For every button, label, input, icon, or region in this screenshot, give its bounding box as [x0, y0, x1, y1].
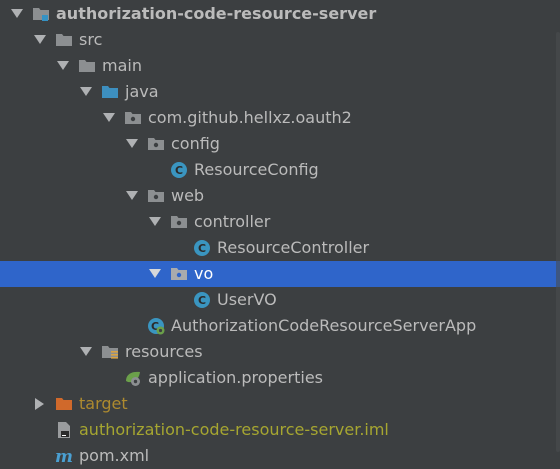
chevron-down-icon[interactable]: [125, 183, 139, 209]
chevron-down-icon[interactable]: [56, 53, 70, 79]
tree-node-uservo[interactable]: C UserVO: [0, 287, 560, 313]
tree-node-application-properties[interactable]: application.properties: [0, 365, 560, 391]
package-icon: [147, 187, 165, 205]
tree-node-label: authorization-code-resource-server.iml: [79, 420, 389, 439]
svg-text:C: C: [198, 294, 206, 307]
chevron-down-icon[interactable]: [33, 27, 47, 53]
maven-icon: m: [55, 447, 73, 465]
tree-node-label: target: [79, 394, 128, 413]
resources-root-icon: [101, 343, 119, 361]
class-icon: C: [193, 239, 211, 257]
package-icon: [124, 109, 142, 127]
tree-node-package-root[interactable]: com.github.hellxz.oauth2: [0, 105, 560, 131]
spring-properties-icon: [124, 369, 142, 387]
tree-node-label: AuthorizationCodeResourceServerApp: [171, 316, 477, 335]
tree-node-label: vo: [194, 264, 214, 283]
tree-node-label: main: [102, 56, 142, 75]
tree-node-resourceconfig[interactable]: C ResourceConfig: [0, 157, 560, 183]
source-root-icon: [101, 83, 119, 101]
tree-node-config[interactable]: config: [0, 131, 560, 157]
tree-node-web[interactable]: web: [0, 183, 560, 209]
tree-node-pom-xml[interactable]: m pom.xml: [0, 443, 560, 469]
class-icon: C: [170, 161, 188, 179]
chevron-right-icon[interactable]: [33, 391, 47, 417]
package-icon: [147, 135, 165, 153]
tree-node-label: ResourceController: [217, 238, 370, 257]
tree-node-java[interactable]: java: [0, 79, 560, 105]
excluded-folder-icon: [55, 395, 73, 413]
svg-text:m: m: [55, 447, 73, 465]
tree-node-label: resources: [125, 342, 203, 361]
tree-node-label: UserVO: [217, 290, 277, 309]
vertical-scrollbar[interactable]: [556, 32, 560, 452]
tree-node-label: src: [79, 30, 103, 49]
chevron-down-icon[interactable]: [148, 209, 162, 235]
package-icon: [170, 265, 188, 283]
tree-node-label: authorization-code-resource-server: [56, 4, 377, 23]
iml-file-icon: [55, 421, 73, 439]
tree-node-iml-file[interactable]: authorization-code-resource-server.iml: [0, 417, 560, 443]
spring-boot-app-icon: C: [147, 317, 165, 335]
chevron-down-icon[interactable]: [102, 105, 116, 131]
chevron-down-icon[interactable]: [79, 339, 93, 365]
tree-node-label: ResourceConfig: [194, 160, 319, 179]
module-icon: [32, 5, 50, 23]
tree-node-label: controller: [194, 212, 271, 231]
tree-node-target[interactable]: target: [0, 391, 560, 417]
tree-node-controller[interactable]: controller: [0, 209, 560, 235]
package-icon: [170, 213, 188, 231]
tree-node-label: web: [171, 186, 205, 205]
chevron-down-icon[interactable]: [125, 131, 139, 157]
chevron-down-icon[interactable]: [148, 261, 162, 287]
folder-icon: [78, 57, 96, 75]
chevron-down-icon[interactable]: [10, 1, 24, 27]
tree-node-resources[interactable]: resources: [0, 339, 560, 365]
tree-node-app-class[interactable]: C AuthorizationCodeResourceServerApp: [0, 313, 560, 339]
svg-text:C: C: [175, 164, 183, 177]
tree-node-resourcecontroller[interactable]: C ResourceController: [0, 235, 560, 261]
tree-node-label: config: [171, 134, 220, 153]
tree-node-src[interactable]: src: [0, 27, 560, 53]
svg-text:C: C: [198, 242, 206, 255]
folder-icon: [55, 31, 73, 49]
tree-node-label: pom.xml: [79, 446, 150, 465]
tree-node-label: application.properties: [148, 368, 323, 387]
chevron-down-icon[interactable]: [79, 79, 93, 105]
class-icon: C: [193, 291, 211, 309]
tree-node-main[interactable]: main: [0, 53, 560, 79]
tree-node-vo[interactable]: vo: [0, 261, 560, 287]
tree-node-label: java: [125, 82, 159, 101]
tree-node-module-root[interactable]: authorization-code-resource-server: [0, 1, 560, 27]
tree-node-label: com.github.hellxz.oauth2: [148, 108, 352, 127]
